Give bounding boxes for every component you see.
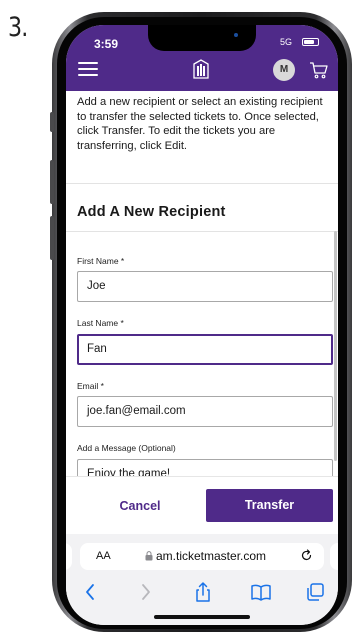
intro-text: Add a new recipient or select an existin… <box>77 96 323 152</box>
divider <box>66 183 338 184</box>
home-indicator <box>154 615 250 619</box>
email-label: Email * <box>77 381 104 391</box>
status-time: 3:59 <box>94 37 119 51</box>
scrollbar[interactable] <box>334 231 337 461</box>
hamburger-menu-icon[interactable] <box>78 62 98 76</box>
transfer-form: Add a new recipient or select an existin… <box>66 91 338 476</box>
cancel-button[interactable]: Cancel <box>84 489 196 523</box>
cart-icon[interactable] <box>309 60 329 80</box>
email-input[interactable]: joe.fan@email.com <box>77 396 333 427</box>
message-input[interactable]: Enjoy the game! <box>77 459 333 476</box>
dynamic-island <box>148 25 256 51</box>
phone-volume-up <box>50 160 54 204</box>
browser-toolbar: AA am.ticketmaster.com <box>66 534 338 625</box>
section-title: Add A New Recipient <box>77 204 226 220</box>
ticketmaster-logo-icon[interactable] <box>192 58 210 80</box>
previous-tab-peek[interactable] <box>66 543 72 570</box>
first-name-input[interactable]: Joe <box>77 271 333 302</box>
message-label: Add a Message (Optional) <box>77 443 176 453</box>
reload-icon[interactable] <box>300 549 313 562</box>
tabs-icon[interactable] <box>304 581 326 603</box>
last-name-input[interactable]: Fan <box>77 334 333 365</box>
lock-icon <box>145 551 153 561</box>
forward-icon[interactable] <box>134 581 156 603</box>
phone-mute-switch <box>50 112 54 132</box>
share-icon[interactable] <box>192 581 214 603</box>
browser-nav-row <box>66 581 338 605</box>
app-header: 3:59 5G M <box>66 25 338 91</box>
action-bar: Cancel Transfer <box>66 476 338 534</box>
divider <box>66 231 338 232</box>
avatar[interactable]: M <box>273 59 295 81</box>
battery-icon <box>302 38 319 46</box>
phone-screen: 3:59 5G M Add a new recipient or select … <box>66 25 338 625</box>
camera-dot <box>234 33 238 37</box>
url-text[interactable]: am.ticketmaster.com <box>156 549 266 563</box>
transfer-button[interactable]: Transfer <box>206 489 333 522</box>
text-size-button[interactable]: AA <box>96 550 111 562</box>
network-indicator: 5G <box>280 37 293 47</box>
phone-volume-down <box>50 216 54 260</box>
next-tab-peek[interactable] <box>330 543 338 570</box>
first-name-label: First Name * <box>77 256 125 266</box>
last-name-label: Last Name * <box>77 318 124 328</box>
bookmarks-icon[interactable] <box>250 581 272 603</box>
back-icon[interactable] <box>80 581 102 603</box>
step-number: 3. <box>8 12 28 43</box>
